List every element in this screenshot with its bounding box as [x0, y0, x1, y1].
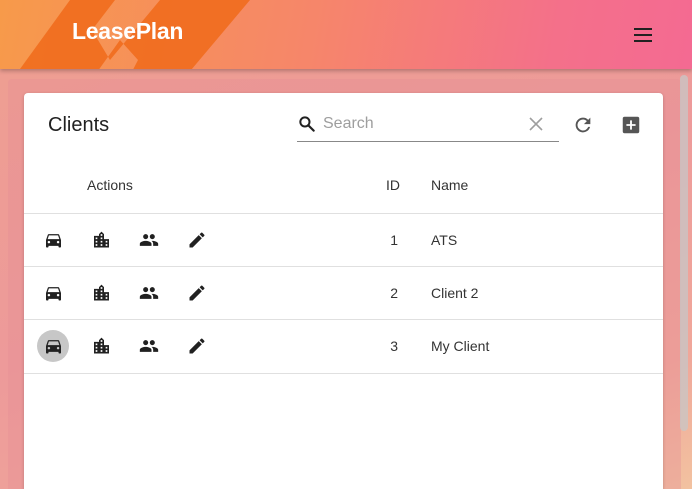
scrollbar[interactable]	[680, 75, 688, 431]
clients-card: Clients Actions ID Name 1 ATS	[24, 93, 663, 489]
people-icon[interactable]	[138, 283, 160, 303]
cell-id: 1	[390, 232, 398, 248]
search-input[interactable]	[323, 111, 523, 137]
edit-icon[interactable]	[187, 336, 207, 356]
column-header-name[interactable]: Name	[431, 177, 468, 193]
cell-name: Client 2	[431, 285, 479, 301]
building-icon[interactable]	[91, 336, 112, 356]
column-header-id[interactable]: ID	[386, 177, 400, 193]
refresh-icon[interactable]	[572, 114, 594, 136]
search-icon	[299, 116, 315, 132]
building-icon[interactable]	[91, 230, 112, 250]
menu-icon[interactable]	[632, 24, 656, 46]
table-row: 3 My Client	[24, 319, 663, 374]
people-icon[interactable]	[138, 230, 160, 250]
people-icon[interactable]	[138, 336, 160, 356]
edit-icon[interactable]	[187, 283, 207, 303]
cell-id: 2	[390, 285, 398, 301]
car-icon[interactable]	[43, 230, 64, 250]
car-icon[interactable]	[37, 330, 69, 362]
app-logo[interactable]: LeasePlan	[72, 18, 183, 45]
edit-icon[interactable]	[187, 230, 207, 250]
cell-id: 3	[390, 338, 398, 354]
add-box-icon[interactable]	[620, 114, 642, 136]
app-header: LeasePlan	[0, 0, 692, 69]
search-field	[297, 107, 559, 142]
column-header-actions: Actions	[87, 177, 133, 193]
table-row: 1 ATS	[24, 213, 663, 267]
car-icon[interactable]	[43, 283, 64, 303]
cell-name: ATS	[431, 232, 458, 248]
cell-name: My Client	[431, 338, 490, 354]
page-title: Clients	[48, 114, 110, 136]
clear-search-icon[interactable]	[529, 117, 543, 131]
table-row: 2 Client 2	[24, 266, 663, 320]
building-icon[interactable]	[91, 283, 112, 303]
